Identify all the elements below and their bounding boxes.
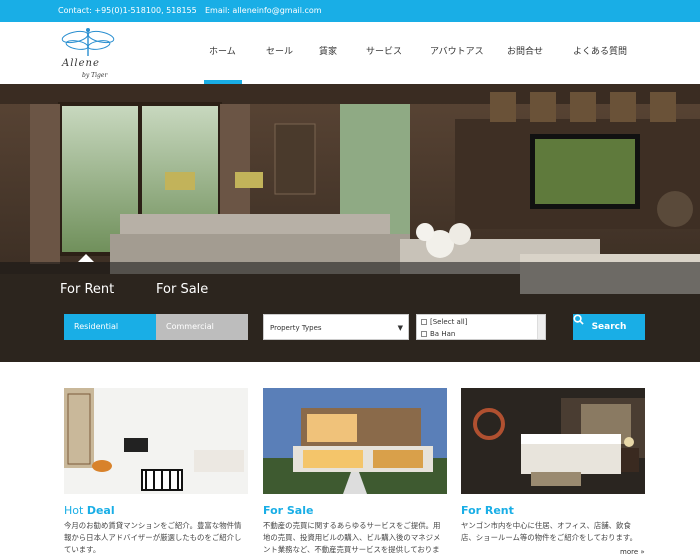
nav-about[interactable]: アバウトアス bbox=[430, 44, 484, 57]
chevron-down-icon: ▼ bbox=[397, 324, 403, 332]
active-tab-pointer bbox=[78, 254, 94, 262]
location-scrollbar[interactable] bbox=[537, 315, 545, 339]
more-link[interactable]: more » bbox=[620, 548, 645, 556]
nav-rent[interactable]: 賃家 bbox=[319, 44, 337, 57]
card-title[interactable]: For Sale bbox=[263, 504, 313, 517]
nav-contact[interactable]: お問合せ bbox=[507, 44, 543, 57]
location-option-label: [Select all] bbox=[430, 318, 468, 326]
search-button-label: Search bbox=[591, 322, 627, 332]
card-image[interactable] bbox=[263, 388, 447, 494]
nav-home[interactable]: ホーム bbox=[209, 44, 236, 57]
feature-cards: Hot Deal 今月のお勧め賃貸マンションをご紹介。豊富な物件情報から日本人ア… bbox=[0, 362, 700, 560]
contact-phone: Contact: +95(0)1-518100, 518155 bbox=[58, 6, 197, 15]
commercial-toggle[interactable]: Commercial bbox=[156, 314, 248, 340]
nav-sale[interactable]: セール bbox=[266, 44, 293, 57]
contact-email[interactable]: Email: alleneinfo@gmail.com bbox=[205, 0, 322, 22]
checkbox-icon bbox=[421, 331, 427, 337]
card-image[interactable] bbox=[461, 388, 645, 494]
site-header: Allene by Tiger ホーム セール 賃家 サービス アバウトアス お… bbox=[0, 22, 700, 84]
property-type-value: Property Types bbox=[270, 324, 322, 332]
residential-toggle[interactable]: Residential bbox=[64, 314, 156, 340]
site-logo[interactable]: Allene by Tiger bbox=[58, 26, 118, 80]
checkbox-icon bbox=[421, 319, 427, 325]
tab-for-sale[interactable]: For Sale bbox=[156, 282, 208, 297]
dragonfly-logo-icon bbox=[61, 28, 115, 56]
logo-tagline: by Tiger bbox=[82, 72, 108, 79]
tab-for-rent[interactable]: For Rent bbox=[60, 282, 114, 297]
location-option[interactable]: Ba Han bbox=[421, 328, 456, 339]
card-image[interactable] bbox=[64, 388, 248, 494]
logo-brand-text: Allene bbox=[62, 58, 100, 69]
search-icon bbox=[573, 314, 584, 325]
hero-banner: For Rent For Sale Residential Commercial… bbox=[0, 84, 700, 362]
card-title[interactable]: For Rent bbox=[461, 504, 514, 517]
location-multiselect[interactable]: [Select all] Ba Han bbox=[416, 314, 546, 340]
card-description: 不動産の売買に関するあらゆるサービスをご提供。用地の売買、投資用ビルの購入、ビル… bbox=[263, 521, 441, 554]
top-contact-bar: Contact: +95(0)1-518100, 518155 Email: a… bbox=[0, 0, 700, 22]
location-option[interactable]: [Select all] bbox=[421, 316, 467, 328]
nav-faq[interactable]: よくある質問 bbox=[573, 44, 627, 57]
card-description: 今月のお勧め賃貸マンションをご紹介。豊富な物件情報から日本人アドバイザーが厳選し… bbox=[64, 521, 242, 554]
search-button[interactable]: Search bbox=[573, 314, 645, 340]
property-type-select[interactable]: Property Types ▼ bbox=[263, 314, 409, 340]
property-search-panel: For Rent For Sale Residential Commercial… bbox=[0, 254, 700, 362]
location-option-label: Ba Han bbox=[430, 330, 456, 338]
card-description: ヤンゴン市内を中心に住居、オフィス、店舗、飲食店、ショールーム等の物件をご紹介を… bbox=[461, 521, 637, 542]
nav-services[interactable]: サービス bbox=[366, 44, 402, 57]
card-title[interactable]: Hot Deal bbox=[64, 504, 115, 517]
